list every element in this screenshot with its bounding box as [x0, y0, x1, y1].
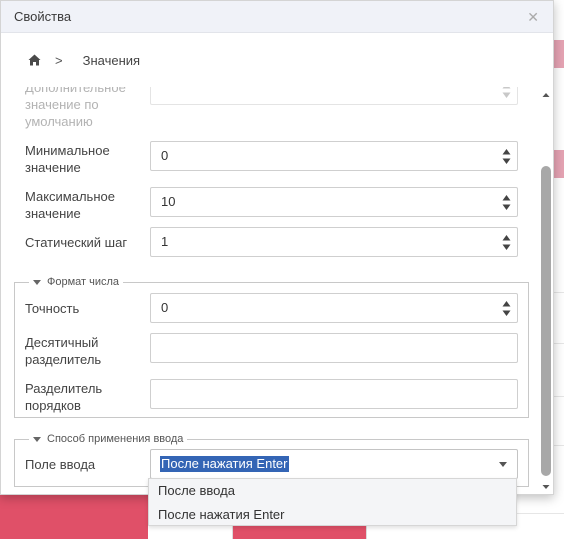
static-step-row: Статический шаг 1 — [25, 227, 519, 257]
default-value-label: Дополнительное значение по умолчанию — [25, 87, 126, 129]
input-mode-dropdown-list: После ввода После нажатия Enter — [148, 478, 517, 526]
breadcrumb-separator: > — [55, 52, 63, 68]
min-value-input[interactable]: 0 — [150, 141, 518, 171]
input-mode-legend-text: Способ применения ввода — [47, 433, 184, 445]
collapse-caret-icon — [33, 436, 41, 442]
decimal-separator-row: Десятичный разделитель — [25, 333, 519, 369]
scroll-up-icon[interactable] — [542, 91, 550, 99]
input-field-row: Поле ввода После нажатия Enter — [25, 449, 519, 479]
background-red-block — [232, 525, 366, 539]
precision-input[interactable]: 0 — [150, 293, 518, 323]
group-separator-input[interactable] — [150, 379, 518, 409]
group-separator-label: Разделитель порядков — [25, 381, 103, 413]
spinner-icon[interactable] — [502, 300, 511, 317]
scroll-down-icon[interactable] — [542, 483, 550, 491]
input-field-label: Поле ввода — [25, 457, 96, 472]
number-format-legend[interactable]: Формат числа — [29, 275, 124, 289]
dropdown-option[interactable]: После нажатия Enter — [149, 503, 516, 527]
collapse-caret-icon — [33, 279, 41, 285]
properties-scroll-area: Дополнительное значение по умолчанию Мин… — [1, 87, 553, 495]
min-value-text: 0 — [161, 148, 169, 163]
input-mode-selected: После нажатия Enter — [160, 456, 289, 472]
spinner-icon[interactable] — [502, 234, 511, 251]
static-step-text: 1 — [161, 234, 169, 249]
max-value-label: Максимальное значение — [25, 189, 115, 221]
decimal-separator-label: Десятичный разделитель — [25, 335, 102, 367]
properties-dialog: Свойства ✕ > Значения Дополнительное зна… — [0, 0, 554, 495]
spinner-icon[interactable] — [502, 148, 511, 165]
static-step-label: Статический шаг — [25, 235, 128, 250]
dialog-header: Свойства ✕ — [1, 1, 553, 33]
precision-text: 0 — [161, 300, 169, 315]
default-value-row: Дополнительное значение по умолчанию — [25, 87, 519, 129]
max-value-row: Максимальное значение 10 — [25, 187, 519, 223]
breadcrumb-current: Значения — [82, 52, 141, 68]
static-step-input[interactable]: 1 — [150, 227, 518, 257]
precision-label: Точность — [25, 301, 80, 316]
input-mode-select[interactable]: После нажатия Enter — [150, 449, 518, 479]
max-value-input[interactable]: 10 — [150, 187, 518, 217]
max-value-text: 10 — [161, 194, 176, 209]
min-value-label: Минимальное значение — [25, 143, 110, 175]
input-mode-legend[interactable]: Способ применения ввода — [29, 432, 188, 446]
dialog-title: Свойства — [14, 9, 72, 24]
precision-row: Точность 0 — [25, 293, 519, 323]
default-value-input[interactable] — [150, 87, 518, 105]
decimal-separator-input[interactable] — [150, 333, 518, 363]
group-separator-row: Разделитель порядков — [25, 379, 519, 415]
number-format-legend-text: Формат числа — [47, 276, 120, 288]
home-icon[interactable] — [28, 54, 41, 66]
min-value-row: Минимальное значение 0 — [25, 141, 519, 177]
close-icon[interactable]: ✕ — [527, 10, 539, 24]
spinner-icon[interactable] — [502, 87, 511, 99]
background-red-block — [0, 495, 148, 539]
spinner-icon[interactable] — [502, 194, 511, 211]
breadcrumb: > Значения — [1, 33, 553, 87]
chevron-down-icon[interactable] — [499, 462, 507, 467]
scrollbar-thumb[interactable] — [541, 166, 551, 476]
dropdown-option[interactable]: После ввода — [149, 479, 516, 503]
